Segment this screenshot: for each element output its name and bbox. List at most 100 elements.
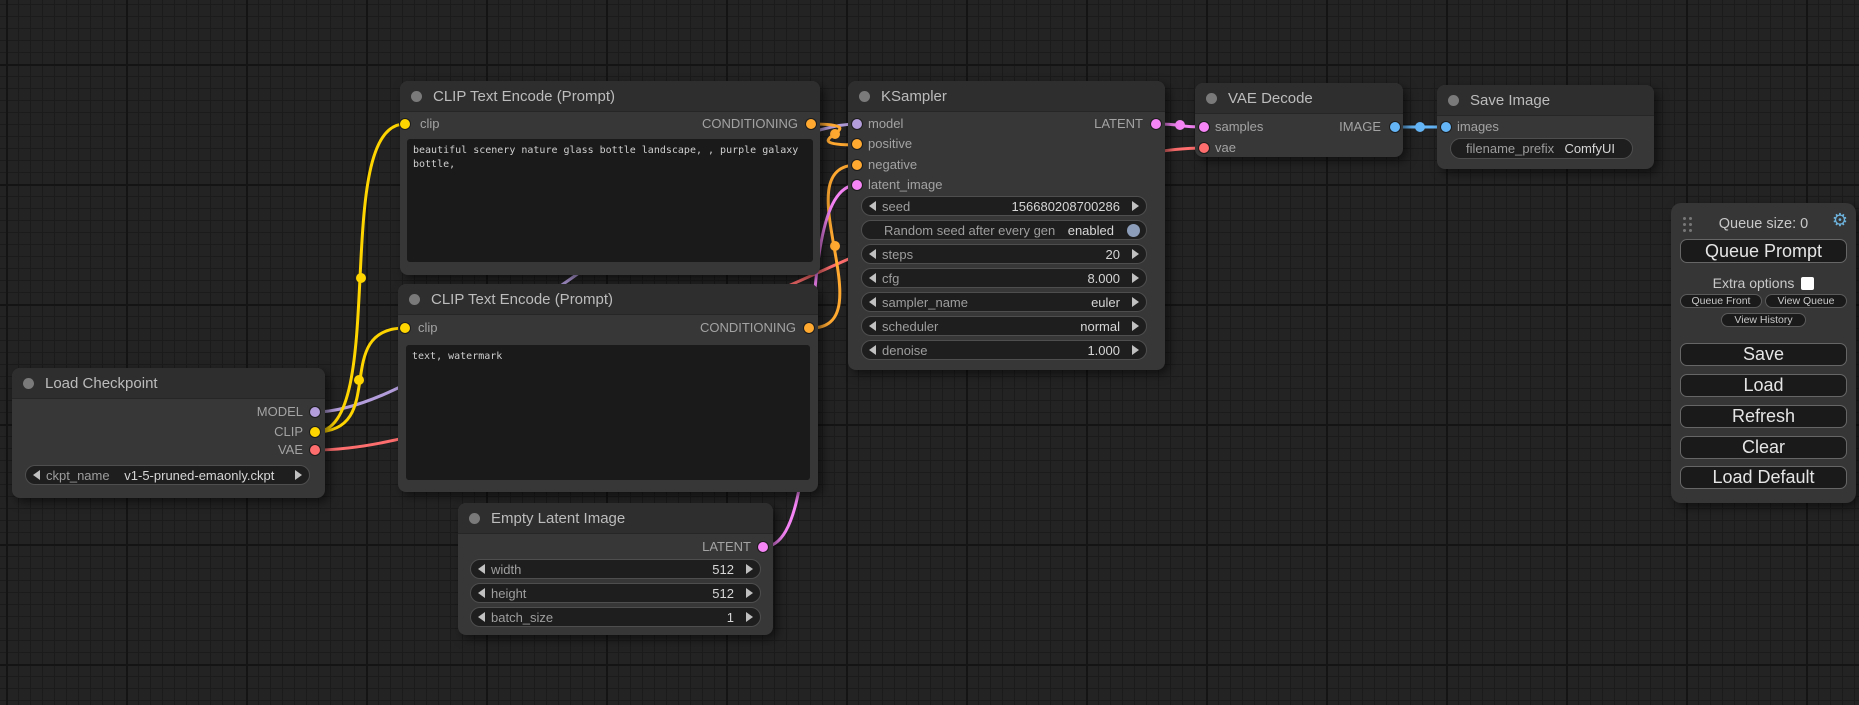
output-port-vae[interactable] bbox=[310, 445, 320, 455]
increment-arrow-icon[interactable] bbox=[746, 612, 753, 622]
node-load-checkpoint[interactable]: Load Checkpoint MODEL CLIP VAE ckpt_name… bbox=[12, 368, 325, 498]
input-port-images[interactable] bbox=[1441, 122, 1451, 132]
widget-value: 512 bbox=[712, 586, 734, 601]
collapse-dot-icon[interactable] bbox=[1206, 93, 1217, 104]
decrement-arrow-icon[interactable] bbox=[869, 345, 876, 355]
queue-front-button[interactable]: Queue Front bbox=[1680, 294, 1762, 308]
width-widget[interactable]: width 512 bbox=[470, 559, 761, 579]
output-port-latent[interactable] bbox=[758, 542, 768, 552]
output-port-model[interactable] bbox=[310, 407, 320, 417]
view-queue-button[interactable]: View Queue bbox=[1765, 294, 1847, 308]
output-port-latent[interactable] bbox=[1151, 119, 1161, 129]
node-title-bar[interactable]: Save Image bbox=[1437, 85, 1654, 116]
queue-prompt-button[interactable]: Queue Prompt bbox=[1680, 239, 1847, 263]
increment-arrow-icon[interactable] bbox=[295, 470, 302, 480]
output-port-image[interactable] bbox=[1390, 122, 1400, 132]
widget-value: 512 bbox=[712, 562, 734, 577]
decrement-arrow-icon[interactable] bbox=[869, 201, 876, 211]
input-port-negative[interactable] bbox=[852, 160, 862, 170]
increment-arrow-icon[interactable] bbox=[1132, 273, 1139, 283]
node-clip-text-encode-positive[interactable]: CLIP Text Encode (Prompt) clip CONDITION… bbox=[400, 81, 820, 275]
decrement-arrow-icon[interactable] bbox=[478, 588, 485, 598]
output-label-image: IMAGE bbox=[1339, 117, 1381, 137]
refresh-button[interactable]: Refresh bbox=[1680, 405, 1847, 428]
increment-arrow-icon[interactable] bbox=[1132, 201, 1139, 211]
steps-widget[interactable]: steps 20 bbox=[861, 244, 1147, 264]
decrement-arrow-icon[interactable] bbox=[33, 470, 40, 480]
node-title-bar[interactable]: Empty Latent Image bbox=[458, 503, 773, 534]
node-empty-latent-image[interactable]: Empty Latent Image LATENT width 512 heig… bbox=[458, 503, 773, 635]
seed-toggle-icon[interactable] bbox=[1127, 224, 1140, 237]
output-port-conditioning[interactable] bbox=[806, 119, 816, 129]
denoise-widget[interactable]: denoise 1.000 bbox=[861, 340, 1147, 360]
decrement-arrow-icon[interactable] bbox=[478, 612, 485, 622]
decrement-arrow-icon[interactable] bbox=[869, 297, 876, 307]
node-vae-decode[interactable]: VAE Decode samples vae IMAGE bbox=[1195, 83, 1403, 157]
load-button[interactable]: Load bbox=[1680, 374, 1847, 397]
widget-label: denoise bbox=[882, 343, 928, 358]
collapse-dot-icon[interactable] bbox=[859, 91, 870, 102]
seed-widget[interactable]: seed 156680208700286 bbox=[861, 196, 1147, 216]
widget-label: filename_prefix bbox=[1466, 141, 1554, 156]
node-title-bar[interactable]: Load Checkpoint bbox=[12, 368, 325, 399]
output-port-conditioning[interactable] bbox=[804, 323, 814, 333]
widget-value: euler bbox=[1091, 295, 1120, 310]
collapse-dot-icon[interactable] bbox=[411, 91, 422, 102]
batch-size-widget[interactable]: batch_size 1 bbox=[470, 607, 761, 627]
decrement-arrow-icon[interactable] bbox=[869, 321, 876, 331]
increment-arrow-icon[interactable] bbox=[1132, 297, 1139, 307]
positive-prompt-textarea[interactable]: beautiful scenery nature glass bottle la… bbox=[407, 139, 813, 262]
output-port-clip[interactable] bbox=[310, 427, 320, 437]
cfg-widget[interactable]: cfg 8.000 bbox=[861, 268, 1147, 288]
node-title: Save Image bbox=[1470, 92, 1550, 109]
node-ksampler[interactable]: KSampler model positive negative latent_… bbox=[848, 81, 1165, 370]
widget-label: steps bbox=[882, 247, 913, 262]
input-label-images: images bbox=[1457, 117, 1499, 137]
increment-arrow-icon[interactable] bbox=[1132, 345, 1139, 355]
increment-arrow-icon[interactable] bbox=[1132, 321, 1139, 331]
node-title-bar[interactable]: KSampler bbox=[848, 81, 1165, 112]
sampler-name-widget[interactable]: sampler_name euler bbox=[861, 292, 1147, 312]
random-seed-widget[interactable]: Random seed after every gen enabled bbox=[861, 220, 1147, 240]
node-save-image[interactable]: Save Image images filename_prefix ComfyU… bbox=[1437, 85, 1654, 169]
height-widget[interactable]: height 512 bbox=[470, 583, 761, 603]
input-port-positive[interactable] bbox=[852, 139, 862, 149]
extra-options-checkbox[interactable] bbox=[1801, 277, 1814, 290]
node-title-bar[interactable]: CLIP Text Encode (Prompt) bbox=[398, 284, 818, 315]
decrement-arrow-icon[interactable] bbox=[478, 564, 485, 574]
extra-options-label: Extra options bbox=[1713, 275, 1795, 291]
input-port-samples[interactable] bbox=[1199, 122, 1209, 132]
save-button[interactable]: Save bbox=[1680, 343, 1847, 366]
negative-prompt-textarea[interactable]: text, watermark bbox=[406, 345, 810, 480]
collapse-dot-icon[interactable] bbox=[409, 294, 420, 305]
collapse-dot-icon[interactable] bbox=[1448, 95, 1459, 106]
input-port-latent-image[interactable] bbox=[852, 180, 862, 190]
increment-arrow-icon[interactable] bbox=[746, 564, 753, 574]
widget-value: 1.000 bbox=[1087, 343, 1120, 358]
view-history-button[interactable]: View History bbox=[1721, 313, 1806, 327]
ckpt-name-widget[interactable]: ckpt_name v1-5-pruned-emaonly.ckpt bbox=[25, 465, 310, 485]
node-title-bar[interactable]: VAE Decode bbox=[1195, 83, 1403, 114]
input-label-clip: clip bbox=[418, 318, 438, 338]
clear-button[interactable]: Clear bbox=[1680, 436, 1847, 459]
increment-arrow-icon[interactable] bbox=[1132, 249, 1139, 259]
node-title: KSampler bbox=[881, 88, 947, 105]
scheduler-widget[interactable]: scheduler normal bbox=[861, 316, 1147, 336]
collapse-dot-icon[interactable] bbox=[23, 378, 34, 389]
increment-arrow-icon[interactable] bbox=[746, 588, 753, 598]
decrement-arrow-icon[interactable] bbox=[869, 249, 876, 259]
node-title-bar[interactable]: CLIP Text Encode (Prompt) bbox=[400, 81, 820, 112]
gear-icon[interactable]: ⚙ bbox=[1832, 211, 1848, 229]
input-port-clip[interactable] bbox=[400, 119, 410, 129]
decrement-arrow-icon[interactable] bbox=[869, 273, 876, 283]
comfyui-canvas[interactable]: { "colors": { "model": "#B39DDB", "clip"… bbox=[0, 0, 1859, 705]
load-default-button[interactable]: Load Default bbox=[1680, 466, 1847, 489]
output-label-model: MODEL bbox=[257, 402, 303, 422]
collapse-dot-icon[interactable] bbox=[469, 513, 480, 524]
input-port-clip[interactable] bbox=[400, 323, 410, 333]
input-port-model[interactable] bbox=[852, 119, 862, 129]
queue-panel: Queue size: 0 ⚙ Queue Prompt Extra optio… bbox=[1671, 203, 1856, 503]
input-port-vae[interactable] bbox=[1199, 143, 1209, 153]
node-clip-text-encode-negative[interactable]: CLIP Text Encode (Prompt) clip CONDITION… bbox=[398, 284, 818, 492]
filename-prefix-widget[interactable]: filename_prefix ComfyUI bbox=[1450, 138, 1633, 159]
